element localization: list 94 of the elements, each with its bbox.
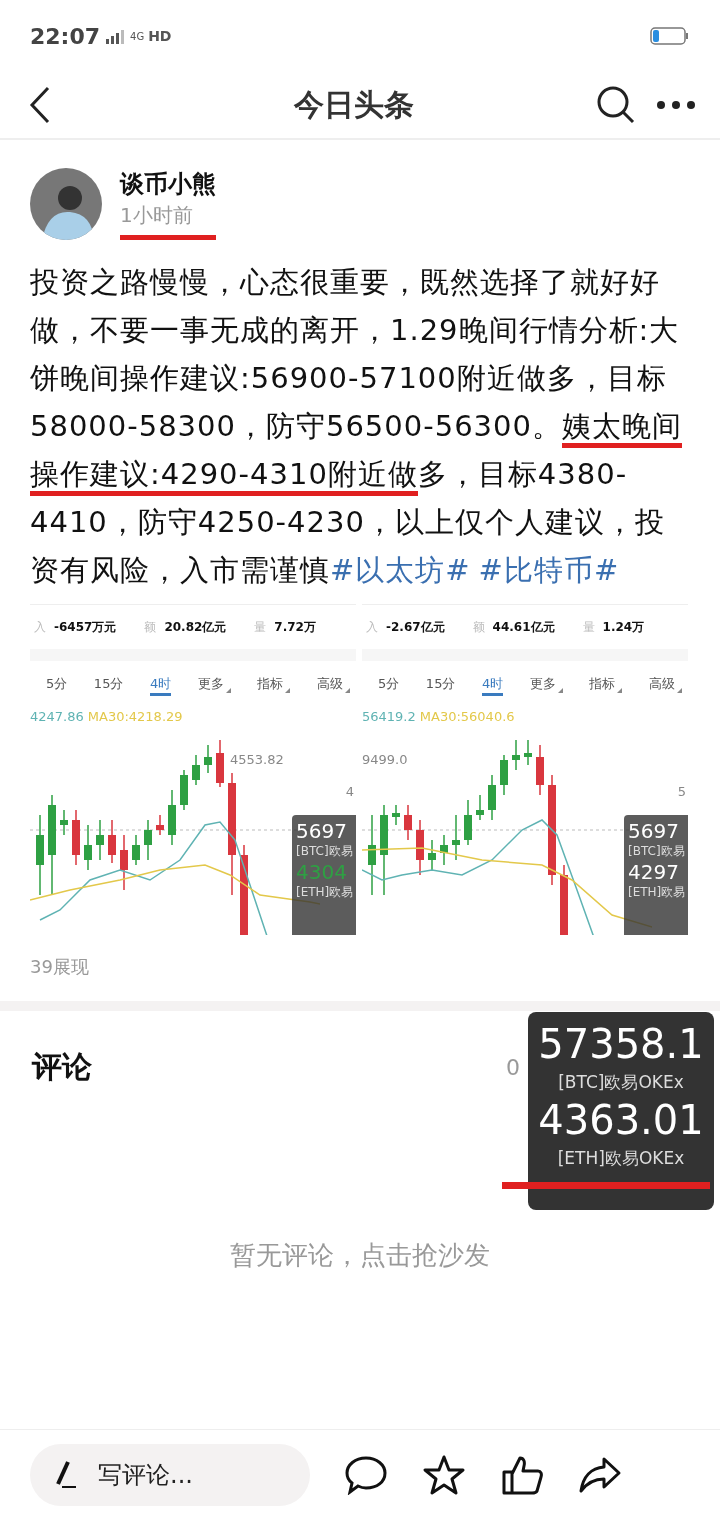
battery-icon: [650, 26, 690, 46]
status-time: 22:07: [30, 23, 101, 49]
high-price-label: 9499.0: [362, 752, 408, 767]
ticker-price: 57358.1: [538, 1020, 704, 1069]
candlestick: [500, 754, 508, 796]
interval-tab[interactable]: 更多: [197, 671, 231, 693]
more-icon[interactable]: [656, 100, 696, 110]
ticker-name: [BTC]欧易OKEx: [558, 1071, 684, 1094]
ticker-price: 4304: [296, 860, 348, 884]
interval-tab[interactable]: 指标: [589, 671, 623, 693]
candlestick: [168, 789, 176, 846]
author-name[interactable]: 谈币小熊: [120, 168, 216, 200]
ticker-price: 5697: [628, 819, 680, 843]
ticker-name: [ETH]欧易: [628, 884, 687, 901]
interval-tab[interactable]: 4时: [482, 671, 504, 696]
stat-value: 20.82亿元: [164, 618, 227, 636]
ticker-name: [ETH]欧易OKEx: [557, 1147, 685, 1170]
interval-tab[interactable]: 指标: [257, 671, 291, 693]
interval-tab[interactable]: 15分: [425, 671, 456, 693]
stat-value: -2.67亿元: [386, 618, 445, 636]
post-text: 投资之路慢慢，心态很重要，既然选择了就好好做，不要一事无成的离开，1.29晚间行情分析:大饼晚间操作建议:56900-57100附近做多，目标58000-58300，防守56500-56300。姨太晚间操作建议:4290-4310附近做多，目标4380-4410，防守4250-4230，以上仅个人建议，投资有风险，入市需谨慎#以太坊# #比特币#: [30, 264, 683, 589]
hashtag-link[interactable]: #以太坊#: [330, 553, 471, 587]
candlestick: [84, 824, 92, 871]
candlestick: [416, 819, 424, 876]
ma30-value: MA30:56040.6: [419, 709, 515, 724]
view-count: 39展现: [29, 955, 90, 979]
star-icon[interactable]: [422, 1454, 466, 1496]
comment-input[interactable]: 写评论...: [30, 1444, 310, 1506]
stat-label: 量: [582, 618, 595, 636]
stat-value: 44.61亿元: [492, 618, 555, 636]
comments-heading: 评论: [32, 1048, 92, 1086]
hashtag-link[interactable]: #比特币#: [478, 553, 620, 587]
high-price-label: 4553.82: [230, 752, 284, 767]
thumbs-up-icon[interactable]: [500, 1454, 544, 1496]
signal-icon: [104, 28, 127, 44]
candlestick: [464, 799, 472, 846]
ticker-name: [ETH]欧易: [296, 884, 355, 901]
stat-label: 入: [34, 618, 46, 636]
back-icon[interactable]: [28, 85, 52, 125]
stat-value: -6457万元: [54, 618, 117, 636]
ma30-value: MA30:4218.29: [87, 709, 183, 724]
candlestick: [192, 754, 200, 786]
candlestick: [524, 739, 532, 766]
comment-icon[interactable]: [344, 1455, 388, 1495]
ticker-name: [BTC]欧易: [628, 843, 686, 860]
interval-tab[interactable]: 15分: [93, 671, 124, 693]
candlestick: [512, 739, 520, 771]
candlestick: [488, 774, 496, 821]
interval-tab[interactable]: 高级: [649, 671, 682, 693]
ticker-price: 4363.01: [538, 1096, 704, 1145]
candlestick: [120, 834, 128, 891]
interval-tab[interactable]: 高级: [317, 671, 350, 693]
candlestick: [392, 804, 400, 826]
candlestick: [180, 769, 188, 811]
hd-label: HD: [148, 28, 172, 44]
interval-tab[interactable]: 更多: [529, 671, 563, 693]
candlestick: [132, 834, 140, 866]
interval-tab[interactable]: 4时: [150, 671, 172, 696]
candlestick: [144, 819, 152, 861]
stat-value: 1.24万: [602, 618, 645, 636]
ticker-price: 5697: [296, 819, 348, 843]
stat-label: 入: [366, 618, 378, 636]
stat-label: 量: [254, 618, 267, 636]
candlestick: [536, 744, 544, 796]
candlestick: [216, 739, 224, 788]
post-time: 1小时前: [120, 202, 216, 240]
stat-value: 7.72万: [274, 618, 316, 636]
axis-label: 5: [677, 784, 686, 799]
network-label: 4G: [130, 30, 145, 42]
candlestick: [476, 794, 484, 821]
candlestick: [204, 744, 212, 774]
ticker-price: 4297: [628, 860, 680, 884]
candlestick: [60, 809, 68, 836]
share-icon[interactable]: [578, 1455, 622, 1495]
ma-value: 56419.2: [362, 709, 416, 724]
candlestick: [452, 814, 460, 861]
candlestick: [156, 814, 164, 836]
stat-label: 额: [144, 618, 157, 636]
ticker-name: [BTC]欧易: [296, 843, 354, 860]
candlestick: [428, 839, 436, 871]
interval-tab[interactable]: 5分: [378, 671, 400, 693]
app-title: 今日头条: [293, 85, 415, 124]
candlestick: [108, 819, 116, 864]
ma-value: 4247.86: [30, 709, 84, 724]
search-icon[interactable]: [596, 85, 636, 125]
candlestick: [72, 809, 80, 866]
candlestick: [96, 819, 104, 861]
interval-tab[interactable]: 5分: [46, 671, 68, 693]
candlestick: [404, 804, 412, 841]
candlestick: [440, 834, 448, 866]
pen-icon: [54, 1460, 78, 1490]
axis-label: 4: [345, 784, 354, 799]
stat-label: 额: [472, 618, 485, 636]
candlestick: [560, 864, 568, 935]
